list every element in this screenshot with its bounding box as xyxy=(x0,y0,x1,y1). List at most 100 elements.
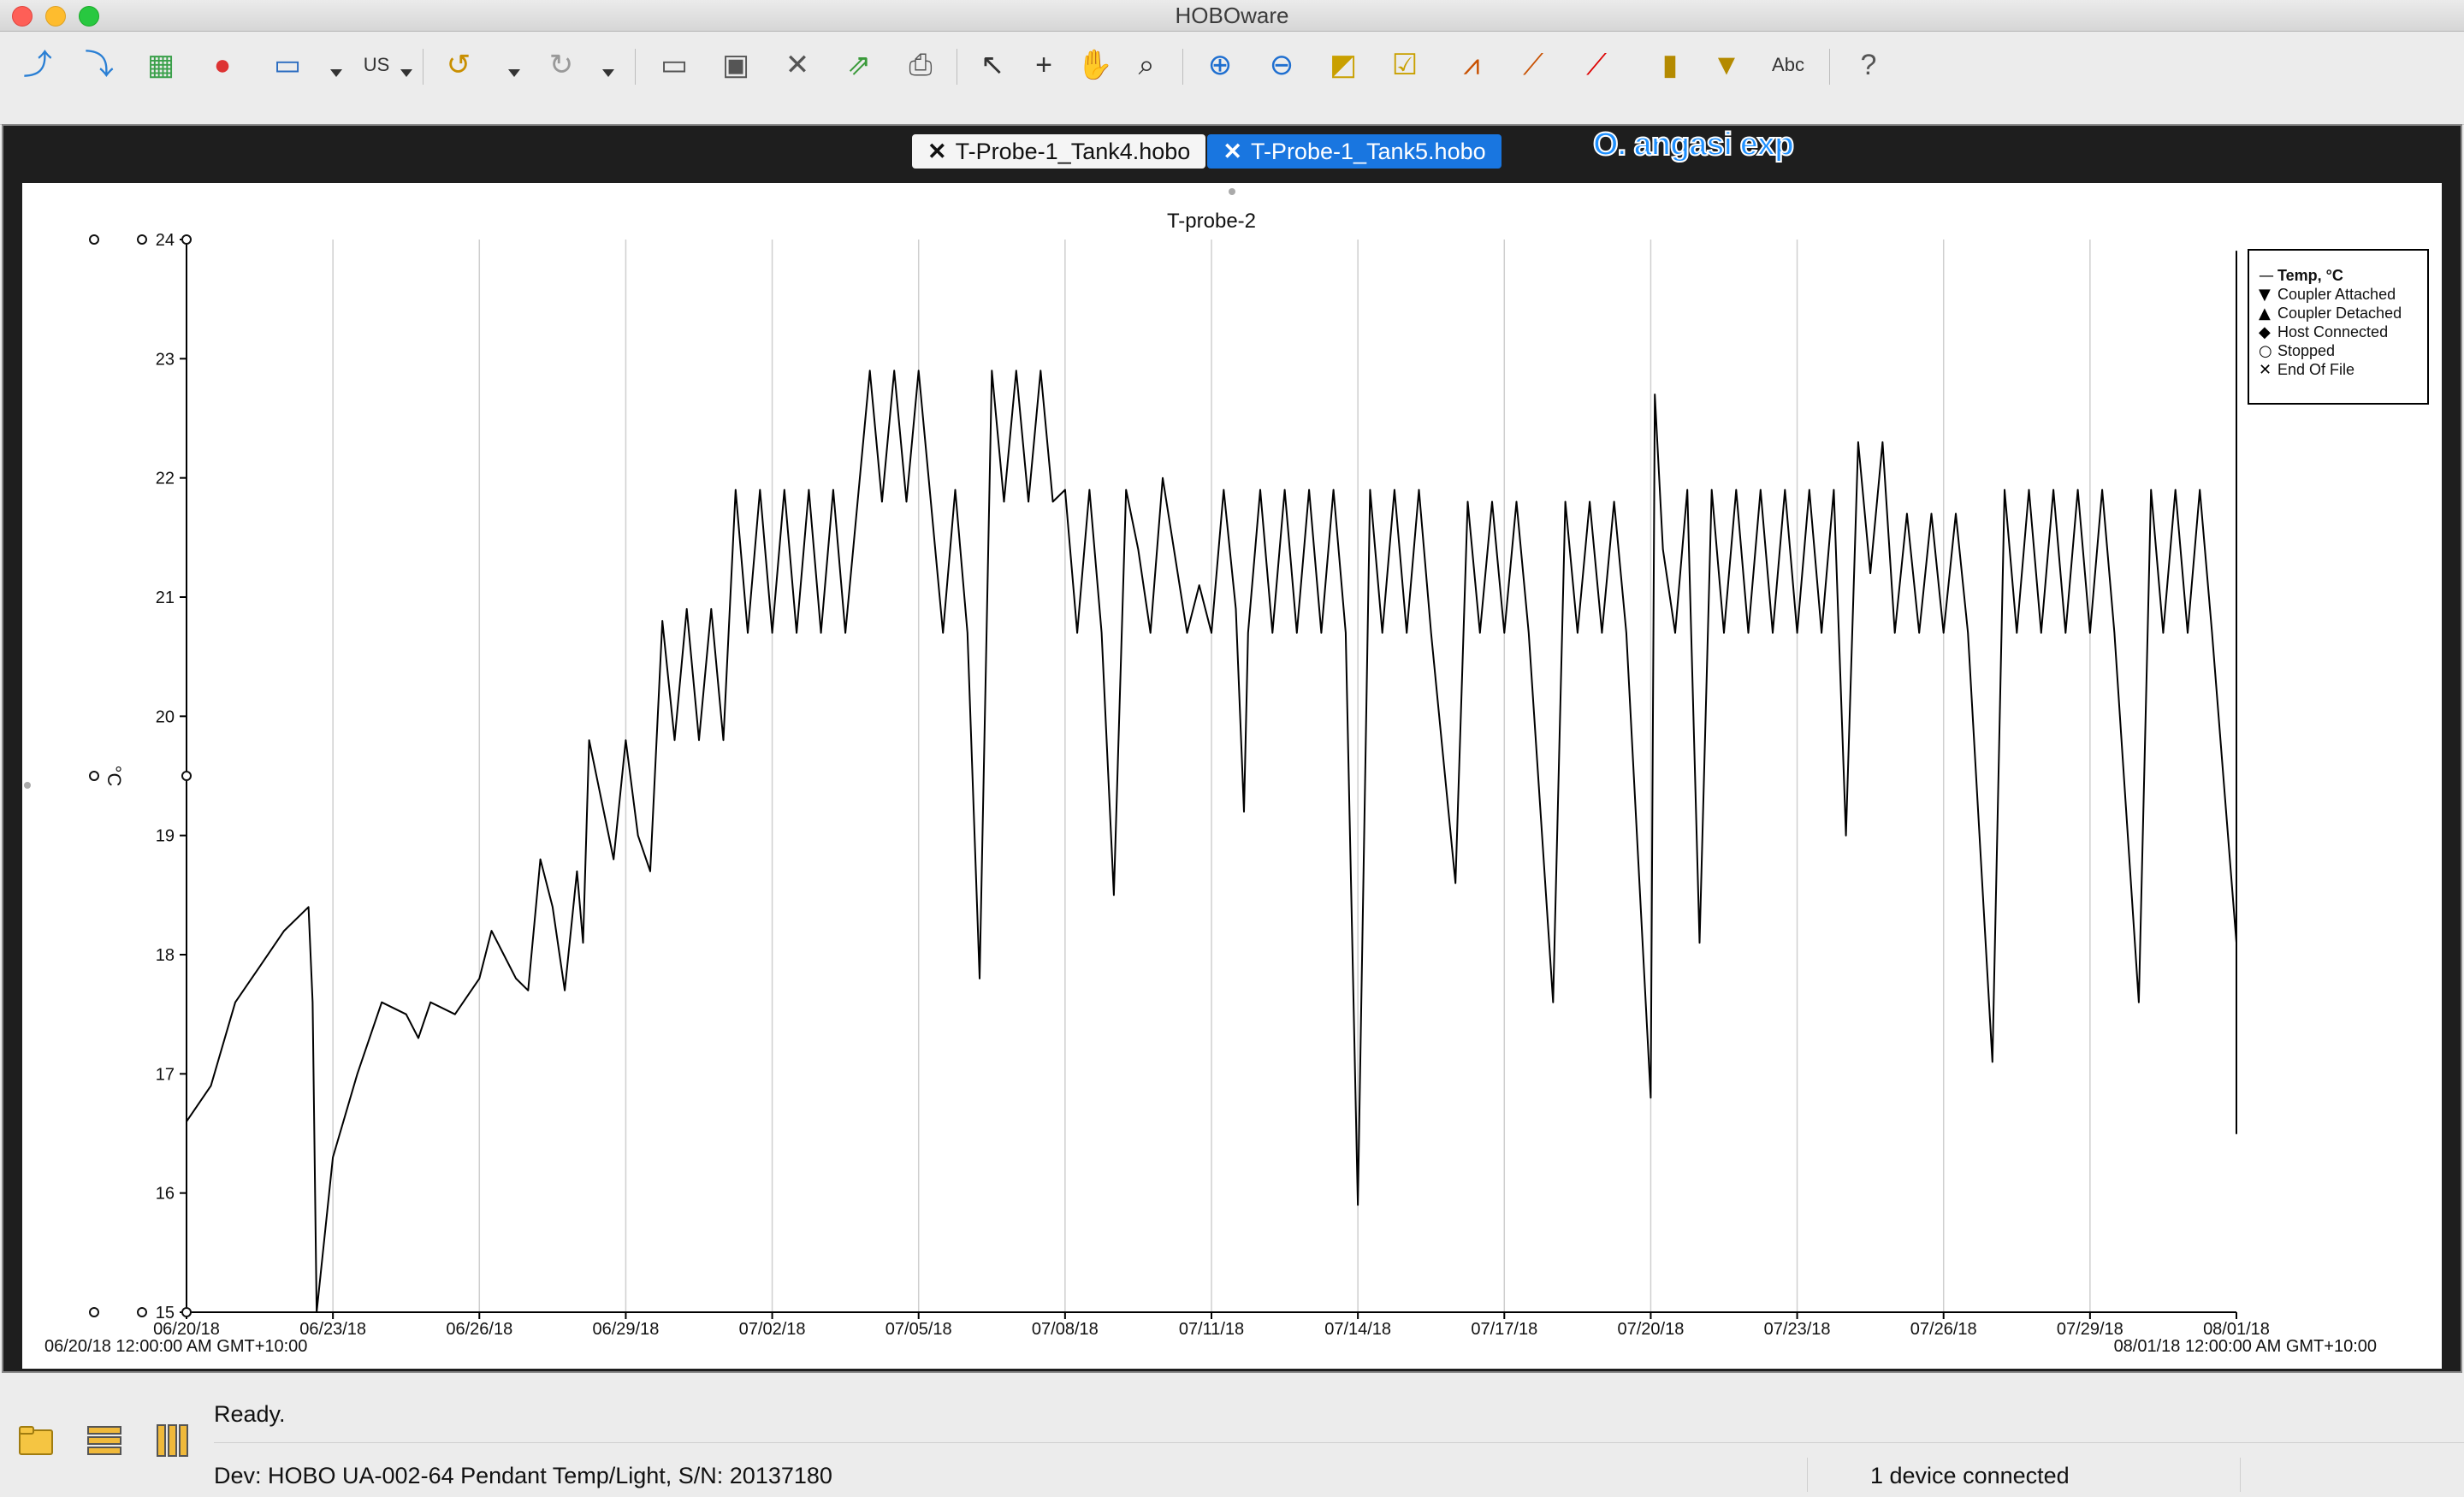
plot-red-line-icon: ⟋ xyxy=(1586,49,1607,81)
legend-label: Host Connected xyxy=(2277,323,2388,340)
temperature-chart[interactable]: T-probe-2 06/20/18 06/23/18 06/26/18 06/29/1… xyxy=(22,183,2442,1369)
axis-marker xyxy=(137,1307,147,1317)
device-info: Dev: HOBO UA-002-64 Pendant Temp/Light, … xyxy=(214,1463,832,1488)
save-button[interactable]: ▣ xyxy=(714,43,758,87)
tab-tank5[interactable]: ✕ T-Probe-1_Tank5.hobo xyxy=(1207,134,1502,169)
filter-button[interactable]: ▼ xyxy=(1704,43,1749,87)
crosshair-button[interactable]: + xyxy=(1022,43,1066,87)
x-tick-label: 06/29/18 xyxy=(592,1320,659,1339)
readout-device-button[interactable]: ⤵ xyxy=(77,43,121,87)
close-file-button[interactable]: ✕ xyxy=(775,43,820,87)
legend-label: Coupler Attached xyxy=(2277,286,2396,303)
redo-button[interactable]: ↻ xyxy=(539,43,583,87)
close-tab-icon[interactable]: ✕ xyxy=(1223,139,1242,164)
dropdown-arrow-icon[interactable] xyxy=(400,69,412,77)
resize-handle-top[interactable] xyxy=(1229,188,1235,195)
plot-red-line-button[interactable]: ⟋ xyxy=(1574,43,1619,87)
status-separator xyxy=(2240,1458,2241,1492)
dropdown-arrow-icon[interactable] xyxy=(602,69,614,77)
dropdown-arrow-icon[interactable] xyxy=(330,69,342,77)
zoom-in-button[interactable]: ⊕ xyxy=(1198,43,1242,87)
x-tick-label: 06/26/18 xyxy=(446,1320,512,1339)
x-tick-label: 07/23/18 xyxy=(1764,1320,1831,1339)
x-tick-label: 07/20/18 xyxy=(1617,1320,1684,1339)
legend-symbol: ▲ xyxy=(2259,305,2271,322)
overlay-label: O. angasi exp xyxy=(1592,126,1795,163)
y-tick-label: 17 xyxy=(156,1065,175,1084)
print-icon: ⎙ xyxy=(909,49,933,81)
x-tick-label: 07/05/18 xyxy=(886,1320,952,1339)
legend-symbol: ◆ xyxy=(2259,323,2271,341)
magnifier-button[interactable]: ⌕ xyxy=(1124,43,1169,87)
label-text-icon: Abc xyxy=(1772,54,1804,75)
x-tick-label: 06/23/18 xyxy=(299,1320,366,1339)
column-view-icon[interactable] xyxy=(154,1422,192,1459)
pointer-icon: ↖ xyxy=(980,49,1005,81)
save-icon: ▣ xyxy=(721,49,750,81)
x-tick-label: 07/08/18 xyxy=(1032,1320,1099,1339)
units-icon: US xyxy=(363,54,390,75)
series-checklist-button[interactable]: ☑ xyxy=(1383,43,1427,87)
y-tick-label: 19 xyxy=(156,827,175,846)
print-button[interactable]: ⎙ xyxy=(898,43,943,87)
y-tick-label: 21 xyxy=(156,589,175,607)
device-status-icon: ▦ xyxy=(146,49,175,81)
zoom-out-button[interactable]: ⊖ xyxy=(1259,43,1304,87)
folder-view-icon[interactable] xyxy=(17,1422,55,1459)
tab-tank4[interactable]: ✕ T-Probe-1_Tank4.hobo xyxy=(912,134,1206,169)
device-options-button[interactable]: ▭ xyxy=(265,43,310,87)
y-tick-label: 23 xyxy=(156,350,175,369)
toolbar-separator xyxy=(1182,49,1183,85)
axis-marker xyxy=(181,1307,192,1317)
axis-marker xyxy=(137,234,147,245)
ruler-button[interactable]: ▮ xyxy=(1648,43,1692,87)
launch-device-icon: ⤴ xyxy=(23,49,52,81)
multi-series-icon: ⩘ xyxy=(1463,49,1480,81)
toolbar-separator xyxy=(423,49,424,85)
export-button[interactable]: ⇗ xyxy=(837,43,881,87)
close-tab-icon[interactable]: ✕ xyxy=(927,139,947,164)
axis-marker xyxy=(89,771,99,781)
point-selector-button[interactable]: ◩ xyxy=(1321,43,1365,87)
magnifier-icon: ⌕ xyxy=(1138,49,1155,81)
y-tick-label: 16 xyxy=(156,1185,175,1204)
y-tick-label: 15 xyxy=(156,1304,175,1322)
launch-device-button[interactable]: ⤴ xyxy=(15,43,60,87)
x-tick-label: 07/26/18 xyxy=(1910,1320,1977,1339)
ruler-icon: ▮ xyxy=(1661,49,1679,81)
series-line-icon: ⟋ xyxy=(1523,49,1543,81)
y-tick-label: 22 xyxy=(156,470,175,488)
status-message: Ready. xyxy=(214,1401,286,1427)
pointer-button[interactable]: ↖ xyxy=(970,43,1015,87)
multi-series-button[interactable]: ⩘ xyxy=(1449,43,1494,87)
point-selector-icon: ◩ xyxy=(1329,49,1358,81)
x-tick-label: 07/02/18 xyxy=(739,1320,806,1339)
stop-device-button[interactable]: ● xyxy=(200,43,245,87)
file-tabs: ✕ T-Probe-1_Tank4.hobo ✕ T-Probe-1_Tank5.h… xyxy=(912,134,1503,169)
device-status-button[interactable]: ▦ xyxy=(139,43,183,87)
label-text-button[interactable]: Abc xyxy=(1766,43,1810,87)
undo-button[interactable]: ↺ xyxy=(436,43,481,87)
open-file-button[interactable]: ▭ xyxy=(652,43,696,87)
undo-icon: ↺ xyxy=(446,49,471,81)
status-separator xyxy=(1807,1458,1808,1492)
y-tick-label: 24 xyxy=(156,231,175,250)
title-bar: HOBOware xyxy=(0,0,2464,32)
help-button[interactable]: ? xyxy=(1846,43,1891,87)
series-line-button[interactable]: ⟋ xyxy=(1511,43,1555,87)
legend-symbol: — xyxy=(2259,267,2274,285)
x-tick-label: 06/20/18 xyxy=(153,1320,220,1339)
hand-pan-button[interactable]: ✋ xyxy=(1073,43,1117,87)
resize-handle-left[interactable] xyxy=(24,782,31,789)
units-button[interactable]: US xyxy=(354,43,399,87)
legend-label: Stopped xyxy=(2277,342,2335,359)
status-divider xyxy=(214,1442,2464,1443)
plot-panel[interactable]: T-probe-2 06/20/18 06/23/18 06/26/18 06/29/1… xyxy=(22,183,2442,1369)
list-view-icon[interactable] xyxy=(86,1422,123,1459)
dropdown-arrow-icon[interactable] xyxy=(508,69,520,77)
axis-marker xyxy=(181,771,192,781)
x-tick-label: 08/01/18 xyxy=(2203,1320,2270,1339)
axis-marker xyxy=(89,234,99,245)
y-tick-label: 18 xyxy=(156,946,175,965)
readout-device-icon: ⤵ xyxy=(85,49,114,81)
